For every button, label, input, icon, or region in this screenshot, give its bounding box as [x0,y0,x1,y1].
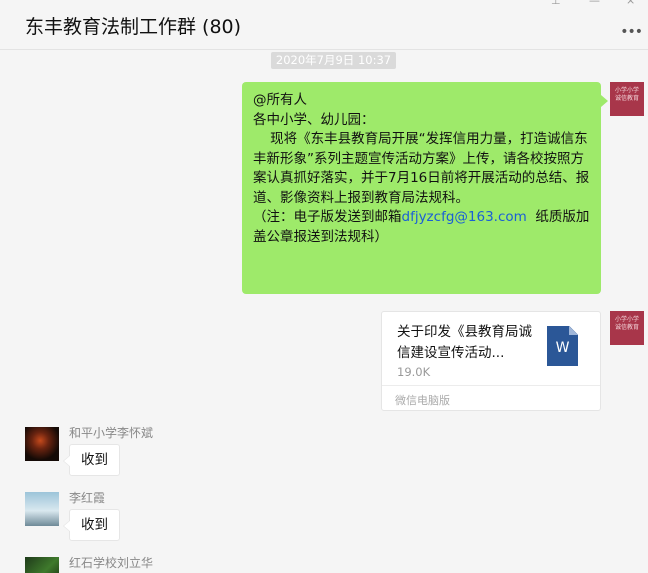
sender-avatar[interactable] [25,557,59,573]
file-size: 19.0K [397,365,431,379]
message-body: 现将《东丰县教育局开展“发挥信用力量，打造诚信东丰新形象”系列主题宣传活动方案》… [253,131,590,206]
sender-avatar[interactable] [25,492,59,526]
message-note: （注：电子版发送到邮箱dfjyzcfg@163.com 纸质版加盖公章报送到法规… [253,208,591,247]
self-avatar[interactable]: 小学小学 诚信教育 [610,82,644,116]
mention-all: @所有人 [253,92,307,108]
own-message-bubble[interactable]: @所有人 各中小学、幼儿园： 现将《东丰县教育局开展“发挥信用力量，打造诚信东丰… [242,82,608,294]
reply-bubble[interactable]: 收到 [63,444,120,476]
pin-icon[interactable]: ⊥ [551,0,561,6]
sender-name: 和平小学李怀斌 [69,426,154,440]
chat-header: 东丰教育法制工作群 (80) ⊥ — × ••• [0,0,648,50]
file-name: 关于印发《县教育局诚信建设宣传活动... [397,324,532,361]
file-source: 微信电脑版 [395,394,450,407]
minimize-icon[interactable]: — [589,0,600,6]
more-options-icon[interactable]: ••• [620,24,643,40]
message-timestamp: 2020年7月9日 10:37 [271,52,396,69]
close-icon[interactable]: × [626,0,635,6]
sender-name: 李红霞 [69,491,106,505]
reply-bubble[interactable]: 收到 [63,509,120,541]
email-link[interactable]: dfjyzcfg@163.com [402,209,527,225]
file-attachment-card[interactable]: 关于印发《县教育局诚信建设宣传活动... W 19.0K 微信电脑版 [381,311,601,411]
self-avatar[interactable]: 小学小学 诚信教育 [610,311,644,345]
message-salutation: 各中小学、幼儿园： [253,111,375,128]
sender-avatar[interactable] [25,427,59,461]
sender-name: 红石学校刘立华 [69,556,154,570]
note-prefix: （注：电子版发送到邮箱 [253,209,402,225]
chat-title[interactable]: 东丰教育法制工作群 (80) [25,12,241,39]
file-card-divider [382,385,600,386]
